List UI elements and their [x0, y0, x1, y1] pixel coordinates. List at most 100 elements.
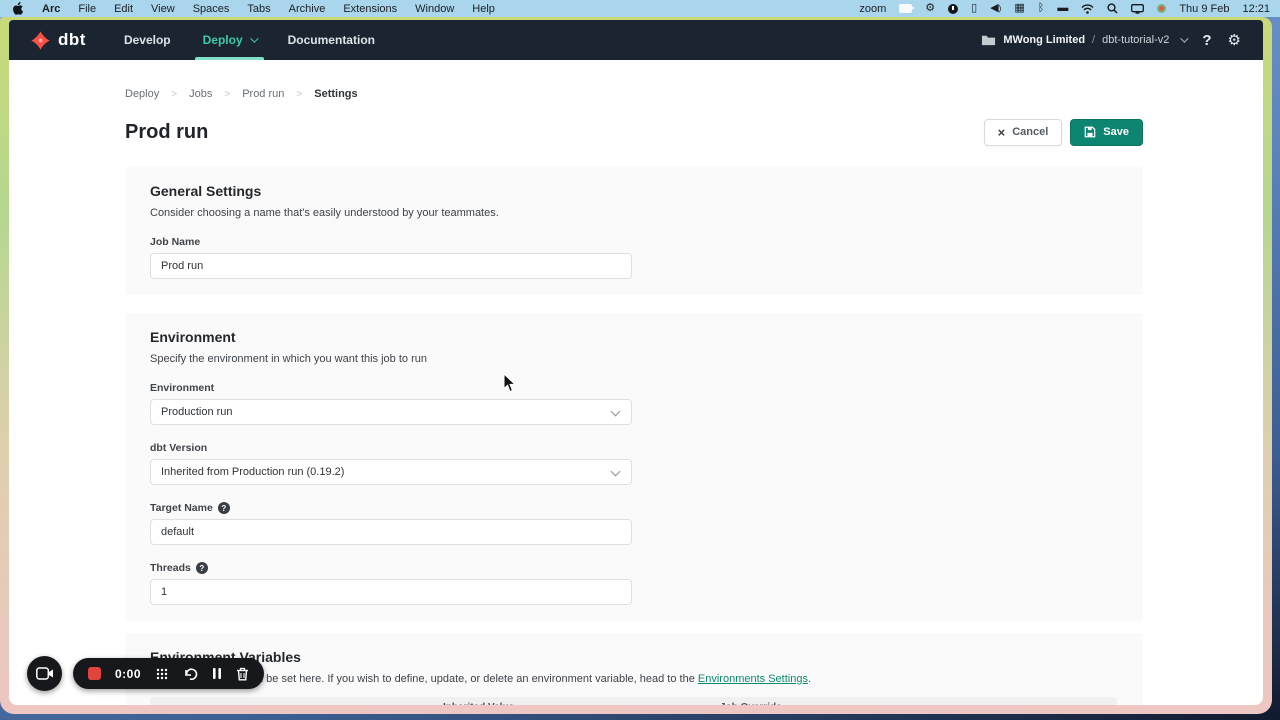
apple-menu-icon[interactable] [12, 2, 23, 15]
battery-icon[interactable]: ▬ [1057, 0, 1068, 17]
breadcrumb-deploy[interactable]: Deploy [125, 88, 159, 100]
environment-card: Environment Specify the environment in w… [125, 313, 1143, 621]
menubar-item-window[interactable]: Window [406, 3, 463, 15]
macos-menubar: Arc File Edit View Spaces Tabs Archive E… [0, 0, 1280, 17]
restart-recording-icon[interactable] [183, 667, 198, 680]
folder-icon [981, 34, 996, 46]
volume-icon[interactable]: ◀) [990, 0, 1001, 17]
camera-toggle-button[interactable] [27, 656, 62, 691]
general-settings-heading: General Settings [150, 183, 1118, 199]
environment-variables-description: Job-level overrides can be set here. If … [150, 673, 1118, 685]
job-name-label: Job Name [150, 236, 1118, 248]
cancel-button[interactable]: × Cancel [984, 119, 1063, 146]
menubar-item-arc[interactable]: Arc [33, 3, 69, 15]
menubar-item-view[interactable]: View [142, 3, 184, 15]
page-title: Prod run [125, 121, 208, 144]
screenshare-camera-icon[interactable] [899, 4, 912, 13]
target-name-input[interactable] [150, 519, 632, 545]
dbt-version-select-value: Inherited from Production run (0.19.2) [161, 466, 344, 478]
chevron-down-icon [1181, 34, 1189, 42]
menubar-item-archive[interactable]: Archive [280, 3, 335, 15]
breadcrumb-separator: > [296, 89, 302, 100]
breadcrumb-prod-run[interactable]: Prod run [242, 88, 284, 100]
zoom-app-label[interactable]: zoom [859, 3, 886, 15]
nav-tab-develop-label: Develop [124, 33, 171, 47]
menubar-item-extensions[interactable]: Extensions [334, 3, 406, 15]
threads-label: Threads [150, 562, 191, 574]
drag-handle-icon[interactable] [155, 667, 169, 681]
job-name-input[interactable] [150, 253, 632, 279]
menubar-item-spaces[interactable]: Spaces [184, 3, 239, 15]
dbt-version-label: dbt Version [150, 442, 1118, 454]
menubar-date[interactable]: Thu 9 Feb [1179, 3, 1229, 15]
menubar-item-help[interactable]: Help [463, 3, 504, 15]
nav-tab-deploy-label: Deploy [203, 33, 243, 47]
environment-variables-heading: Environment Variables [150, 649, 1118, 665]
nav-tab-documentation[interactable]: Documentation [272, 20, 391, 60]
settings-gear-icon[interactable]: ⚙ [925, 0, 935, 17]
arc-browser-window: dbt Develop Deploy Documentation MWong L… [0, 17, 1272, 714]
pause-recording-icon[interactable] [212, 667, 222, 680]
mouse-cursor [503, 373, 517, 398]
recorder-controls-pill: 0:00 [73, 658, 264, 689]
nav-tab-deploy[interactable]: Deploy [187, 20, 272, 60]
stop-recording-button[interactable] [88, 667, 101, 680]
account-switcher[interactable]: MWong Limited / dbt-tutorial-v2 [981, 34, 1186, 46]
account-separator: / [1092, 34, 1095, 46]
dbt-logo[interactable]: dbt [30, 20, 86, 60]
breadcrumb-separator: > [171, 89, 177, 100]
env-vars-table-header: Inherited Value Job Override [150, 697, 1117, 705]
help-tooltip-icon[interactable]: ? [218, 502, 230, 514]
breadcrumb-separator: > [224, 89, 230, 100]
account-name: MWong Limited [1003, 34, 1085, 46]
save-button[interactable]: Save [1070, 119, 1143, 146]
menubar-status-area: zoom ⚙ ▯ ◀) ▦ ᛒ ▬ Thu 9 Feb 12:21 [859, 0, 1270, 17]
chevron-down-icon [611, 467, 621, 477]
environments-settings-link[interactable]: Environments Settings [698, 673, 808, 685]
window-content: dbt Develop Deploy Documentation MWong L… [9, 20, 1263, 705]
clock-icon[interactable] [948, 4, 958, 14]
title-row: Prod run × Cancel Save [125, 117, 1143, 147]
help-tooltip-icon[interactable]: ? [196, 562, 208, 574]
general-settings-card: General Settings Consider choosing a nam… [125, 167, 1143, 295]
video-camera-icon [36, 667, 54, 680]
environment-heading: Environment [150, 329, 1118, 345]
dbt-version-select[interactable]: Inherited from Production run (0.19.2) [150, 459, 632, 485]
display-icon[interactable] [1131, 4, 1144, 14]
app-box-icon[interactable]: ▯ [971, 0, 977, 17]
chevron-down-icon [250, 34, 258, 42]
spotlight-search-icon[interactable] [1107, 3, 1118, 14]
recording-timer: 0:00 [115, 667, 141, 681]
menubar-time[interactable]: 12:21 [1242, 3, 1270, 15]
environment-select-value: Production run [161, 406, 233, 418]
cancel-button-label: Cancel [1012, 126, 1048, 138]
nav-tab-documentation-label: Documentation [288, 33, 375, 47]
settings-gear-button[interactable]: ⚙ [1228, 31, 1241, 49]
close-icon: × [998, 125, 1006, 140]
dbt-logo-icon [30, 30, 51, 51]
calendar-icon[interactable]: ▦ [1014, 0, 1024, 17]
save-icon [1084, 126, 1096, 138]
recording-indicator-icon[interactable] [1157, 4, 1166, 13]
bluetooth-icon[interactable]: ᛒ [1038, 0, 1045, 17]
screen-recorder-toolbar: 0:00 [27, 656, 264, 691]
job-override-column-header: Job Override [720, 702, 782, 705]
target-name-label: Target Name [150, 502, 213, 514]
menubar-item-edit[interactable]: Edit [105, 3, 142, 15]
env-vars-description-period: . [808, 673, 811, 685]
menubar-item-file[interactable]: File [69, 3, 105, 15]
nav-tab-develop[interactable]: Develop [108, 20, 187, 60]
general-settings-description: Consider choosing a name that's easily u… [150, 207, 1118, 219]
delete-recording-icon[interactable] [236, 667, 249, 681]
inherited-value-column-header: Inherited Value [443, 702, 514, 705]
help-button[interactable]: ? [1202, 32, 1211, 49]
environment-select[interactable]: Production run [150, 399, 632, 425]
job-settings-page: Deploy > Jobs > Prod run > Settings Prod… [9, 60, 1263, 705]
wifi-icon[interactable] [1081, 4, 1094, 14]
environment-variables-card: Environment Variables Job-level override… [125, 633, 1143, 705]
menubar-item-tabs[interactable]: Tabs [238, 3, 279, 15]
threads-input[interactable] [150, 579, 632, 605]
breadcrumb-jobs[interactable]: Jobs [189, 88, 212, 100]
breadcrumb-settings: Settings [314, 88, 357, 100]
dbt-navbar: dbt Develop Deploy Documentation MWong L… [9, 20, 1263, 60]
